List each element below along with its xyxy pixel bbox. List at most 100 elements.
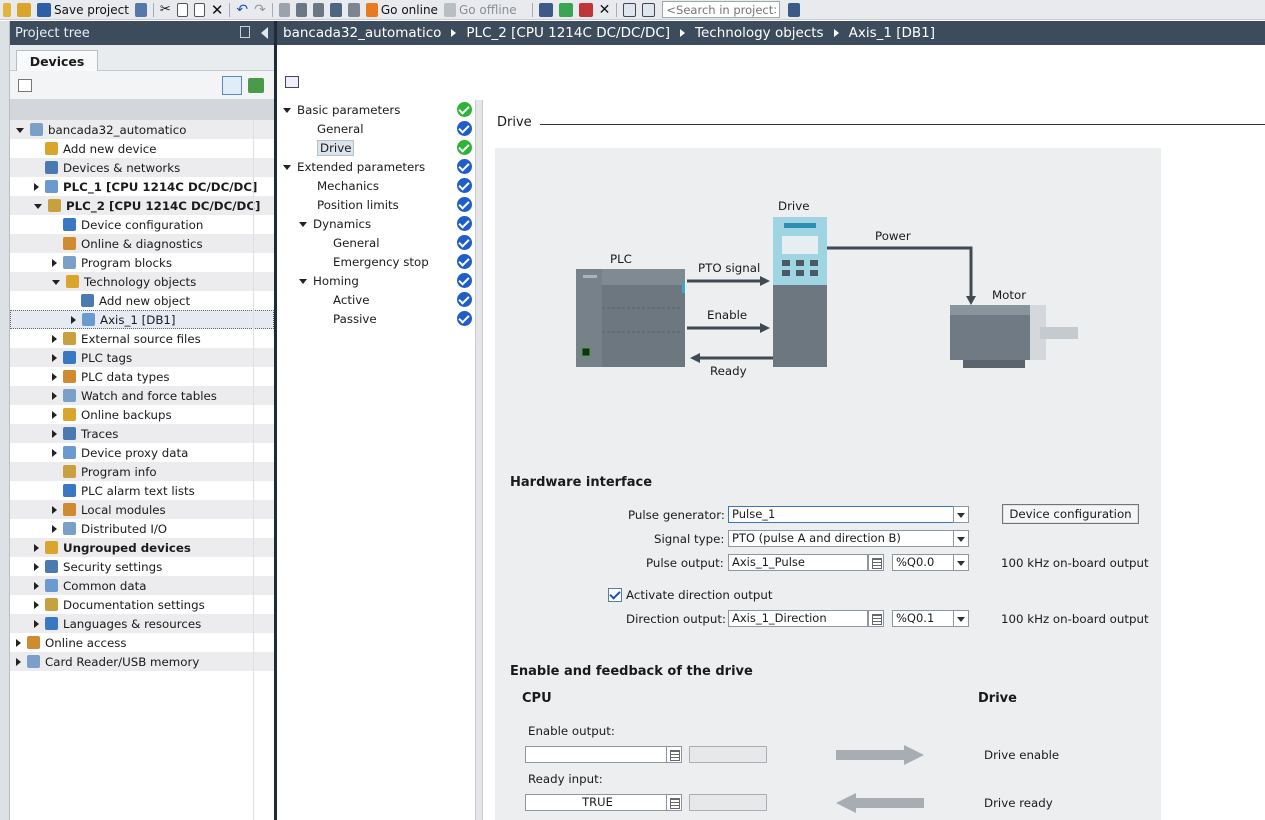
tree-item[interactable]: Technology objects bbox=[10, 272, 274, 291]
expanded-arrow-icon[interactable] bbox=[16, 128, 24, 133]
redo-icon[interactable]: ↷ bbox=[252, 1, 268, 19]
collapsed-arrow-icon[interactable] bbox=[16, 657, 21, 666]
nav-item[interactable]: Homing bbox=[277, 271, 475, 290]
tree-item[interactable]: Device configuration bbox=[10, 215, 274, 234]
upload-icon[interactable] bbox=[311, 1, 326, 19]
ready-input-picker-icon[interactable] bbox=[666, 794, 682, 811]
signal-type-dropdown-icon[interactable] bbox=[953, 530, 969, 547]
search-icon[interactable] bbox=[786, 1, 802, 19]
tree-item[interactable]: PLC tags bbox=[10, 348, 274, 367]
cross-reference-icon[interactable]: ✕ bbox=[597, 1, 613, 19]
nav-item[interactable]: Emergency stop bbox=[277, 252, 475, 271]
tree-item[interactable]: Add new object bbox=[10, 291, 274, 310]
compile-icon[interactable] bbox=[277, 1, 292, 19]
collapsed-arrow-icon[interactable] bbox=[52, 353, 57, 362]
tree-item[interactable]: PLC alarm text lists bbox=[10, 481, 274, 500]
tree-item[interactable]: Security settings bbox=[10, 557, 274, 576]
pulse-output-input[interactable]: Axis_1_Pulse bbox=[728, 554, 868, 571]
tree-item[interactable]: Watch and force tables bbox=[10, 386, 274, 405]
side-tab-strip[interactable] bbox=[0, 21, 10, 820]
direction-output-address[interactable]: %Q0.1 bbox=[892, 610, 954, 627]
collapsed-arrow-icon[interactable] bbox=[52, 505, 57, 514]
collapsed-arrow-icon[interactable] bbox=[34, 600, 39, 609]
nav-item[interactable]: Mechanics bbox=[277, 176, 475, 195]
tree-item[interactable]: Local modules bbox=[10, 500, 274, 519]
save-project-button[interactable]: Save project bbox=[35, 1, 131, 19]
activate-direction-checkbox[interactable] bbox=[608, 588, 622, 602]
breadcrumb-item[interactable]: Technology objects bbox=[695, 25, 824, 41]
nav-item[interactable]: Extended parameters bbox=[277, 157, 475, 176]
search-in-project-input[interactable] bbox=[662, 1, 781, 18]
collapsed-arrow-icon[interactable] bbox=[16, 638, 21, 647]
collapse-panel-icon[interactable] bbox=[261, 27, 268, 39]
tree-item[interactable]: Ungrouped devices bbox=[10, 538, 274, 557]
tree-item[interactable]: PLC_2 [CPU 1214C DC/DC/DC] bbox=[10, 196, 274, 215]
tree-view-icon[interactable] bbox=[18, 79, 32, 92]
go-offline-button[interactable]: Go offline bbox=[442, 1, 519, 19]
pulse-generator-dropdown-icon[interactable] bbox=[953, 506, 969, 523]
collapsed-arrow-icon[interactable] bbox=[34, 543, 39, 552]
paste-icon[interactable] bbox=[192, 1, 207, 19]
collapsed-arrow-icon[interactable] bbox=[34, 619, 39, 628]
pulse-output-address[interactable]: %Q0.0 bbox=[892, 554, 954, 571]
tree-item[interactable]: External source files bbox=[10, 329, 274, 348]
tree-item[interactable]: Program blocks bbox=[10, 253, 274, 272]
tree-item[interactable]: Card Reader/USB memory bbox=[10, 652, 274, 671]
tree-item[interactable]: bancada32_automatico bbox=[10, 120, 274, 139]
nav-item[interactable]: General bbox=[277, 119, 475, 138]
tree-item[interactable]: PLC_1 [CPU 1214C DC/DC/DC] bbox=[10, 177, 274, 196]
simulation-icon[interactable] bbox=[328, 1, 344, 19]
expanded-arrow-icon[interactable] bbox=[299, 222, 307, 227]
nav-item[interactable]: Drive bbox=[277, 138, 475, 157]
sync-icon[interactable] bbox=[248, 78, 264, 93]
enable-output-picker-icon[interactable] bbox=[666, 746, 682, 763]
stop-cpu-icon[interactable] bbox=[577, 1, 595, 19]
tree-item[interactable]: Languages & resources bbox=[10, 614, 274, 633]
collapsed-arrow-icon[interactable] bbox=[52, 258, 57, 267]
collapsed-arrow-icon[interactable] bbox=[34, 562, 39, 571]
nav-item[interactable]: General bbox=[277, 233, 475, 252]
start-cpu-icon[interactable] bbox=[557, 1, 575, 19]
direction-output-input[interactable]: Axis_1_Direction bbox=[728, 610, 868, 627]
tab-devices[interactable]: Devices bbox=[16, 50, 98, 72]
collapsed-arrow-icon[interactable] bbox=[71, 315, 76, 324]
undo-icon[interactable]: ↶ bbox=[234, 1, 250, 19]
tree-item[interactable]: Device proxy data bbox=[10, 443, 274, 462]
nav-item[interactable]: Basic parameters bbox=[277, 100, 475, 119]
tree-item[interactable]: Documentation settings bbox=[10, 595, 274, 614]
show-hide-icon[interactable] bbox=[285, 76, 299, 88]
pulse-output-address-dropdown-icon[interactable] bbox=[953, 554, 969, 571]
breadcrumb-item[interactable]: bancada32_automatico bbox=[283, 25, 441, 41]
go-online-button[interactable]: Go online bbox=[364, 1, 440, 19]
pin-icon[interactable] bbox=[240, 26, 250, 38]
start-sim-icon[interactable] bbox=[346, 1, 362, 19]
tree-item[interactable]: Online backups bbox=[10, 405, 274, 424]
delete-icon[interactable]: ✕ bbox=[209, 1, 226, 19]
overview-icon[interactable] bbox=[222, 76, 242, 95]
breadcrumb-item[interactable]: PLC_2 [CPU 1214C DC/DC/DC] bbox=[466, 25, 670, 41]
tree-item[interactable]: Online & diagnostics bbox=[10, 234, 274, 253]
signal-type-select[interactable]: PTO (pulse A and direction B) bbox=[728, 530, 954, 547]
tree-item[interactable]: PLC data types bbox=[10, 367, 274, 386]
copy-icon[interactable] bbox=[175, 1, 190, 19]
expanded-arrow-icon[interactable] bbox=[52, 280, 60, 285]
download-icon[interactable] bbox=[294, 1, 309, 19]
split-horizontal-icon[interactable] bbox=[621, 1, 638, 19]
nav-item[interactable]: Dynamics bbox=[277, 214, 475, 233]
tree-item[interactable]: Online access bbox=[10, 633, 274, 652]
tree-item[interactable]: Common data bbox=[10, 576, 274, 595]
expanded-arrow-icon[interactable] bbox=[34, 204, 42, 209]
accessible-devices-icon[interactable] bbox=[537, 1, 555, 19]
split-vertical-icon[interactable] bbox=[640, 1, 657, 19]
tree-item[interactable]: Program info bbox=[10, 462, 274, 481]
collapsed-arrow-icon[interactable] bbox=[52, 429, 57, 438]
nav-scrollbar[interactable] bbox=[475, 100, 483, 820]
expanded-arrow-icon[interactable] bbox=[299, 279, 307, 284]
tree-item[interactable]: Devices & networks bbox=[10, 158, 274, 177]
nav-item[interactable]: Passive bbox=[277, 309, 475, 328]
enable-output-input[interactable] bbox=[525, 746, 667, 763]
collapsed-arrow-icon[interactable] bbox=[52, 334, 57, 343]
ready-input-input[interactable]: TRUE bbox=[525, 794, 667, 811]
collapsed-arrow-icon[interactable] bbox=[52, 391, 57, 400]
nav-item[interactable]: Active bbox=[277, 290, 475, 309]
